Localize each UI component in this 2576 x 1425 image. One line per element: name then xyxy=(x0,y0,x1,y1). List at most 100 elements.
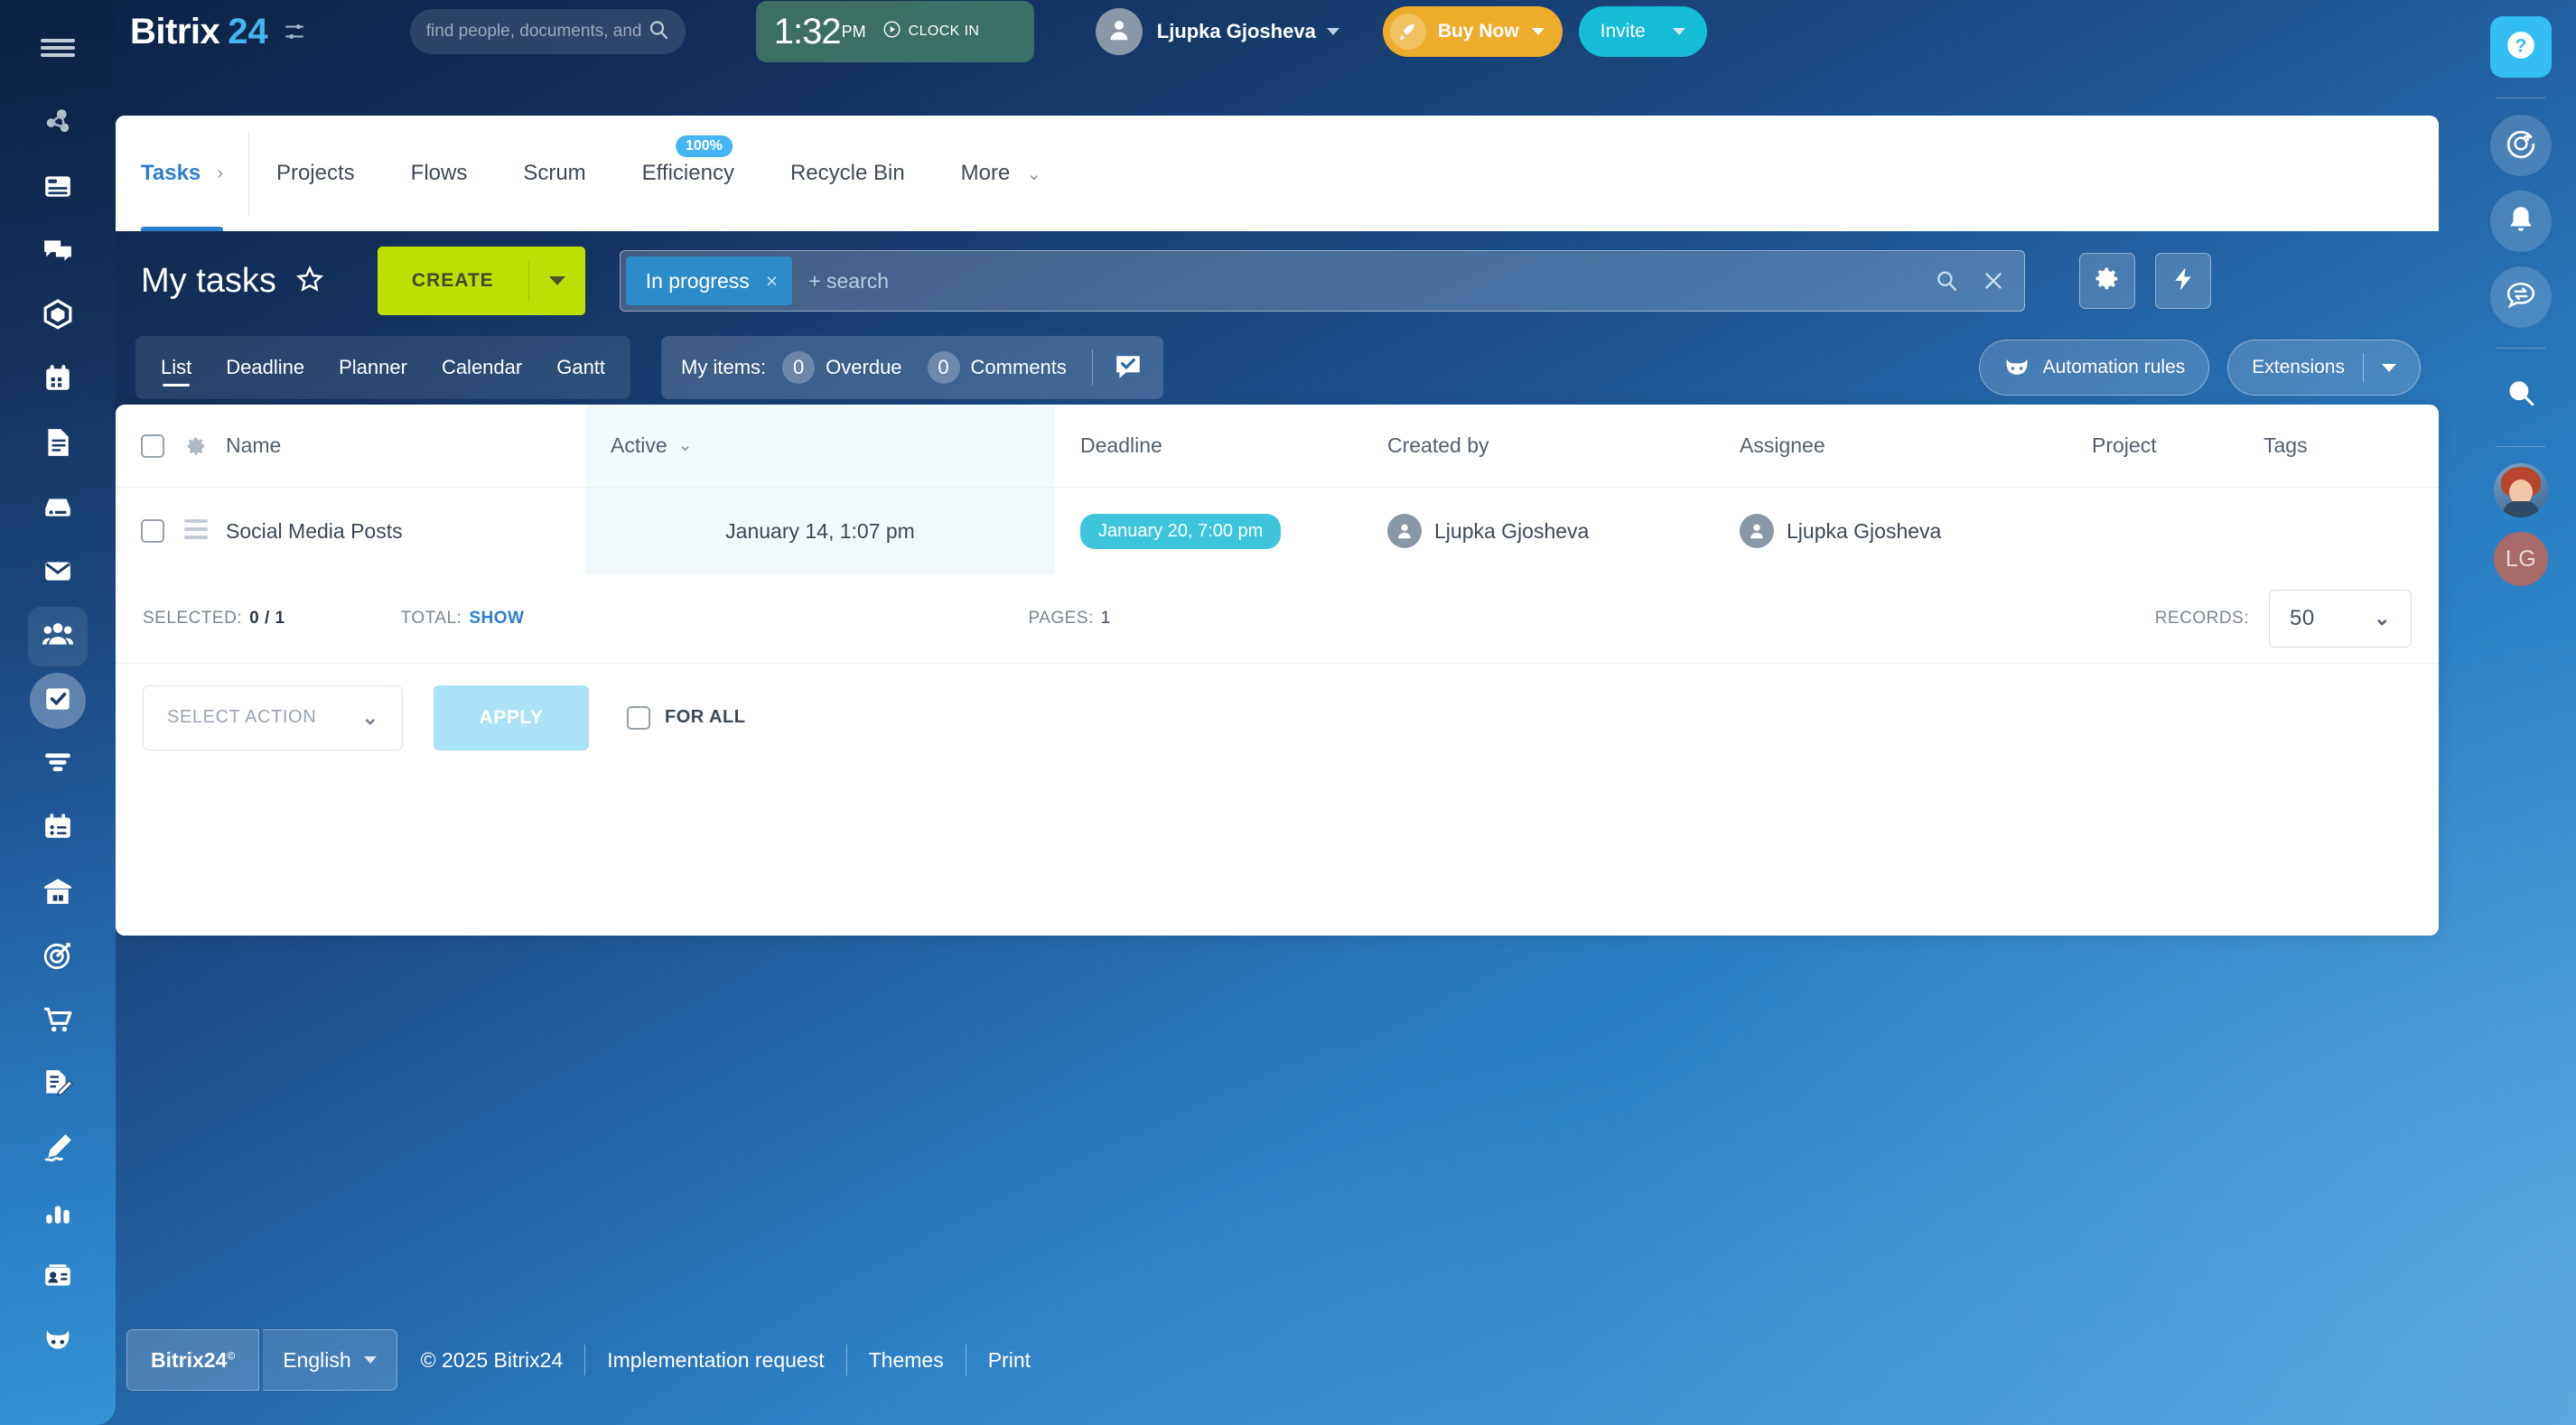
chevron-down-icon[interactable] xyxy=(1531,28,1545,35)
bar-chart-icon xyxy=(42,1197,73,1232)
automation-rules-button[interactable]: Automation rules xyxy=(1978,340,2210,396)
language-selector[interactable]: English xyxy=(263,1329,397,1391)
for-all-checkbox[interactable] xyxy=(627,705,650,730)
clock-in-widget[interactable]: 1:32PM CLOCK IN xyxy=(755,1,1034,62)
task-name[interactable]: Social Media Posts xyxy=(226,519,403,544)
table-row[interactable]: Social Media Posts January 14, 1:07 pm J… xyxy=(116,488,2439,574)
assignee-name[interactable]: Ljupka Gjosheva xyxy=(1787,519,1941,544)
footer-link-implementation-request[interactable]: Implementation request xyxy=(607,1348,824,1373)
overdue-filter[interactable]: 0 Overdue xyxy=(782,351,902,384)
quick-actions-button[interactable] xyxy=(2154,253,2211,309)
tab-more[interactable]: More ⌄ xyxy=(961,116,1041,231)
table-header-tags[interactable]: Tags xyxy=(2238,405,2437,487)
menu-toggle-button[interactable] xyxy=(0,16,116,79)
create-button[interactable]: CREATE xyxy=(377,247,585,315)
tab-scrum[interactable]: Scrum xyxy=(523,116,585,231)
user-menu[interactable]: Ljupka Gjosheva xyxy=(1095,8,1339,55)
table-header-created-by[interactable]: Created by xyxy=(1362,405,1714,487)
footer-link-themes[interactable]: Themes xyxy=(869,1348,944,1373)
view-tab-planner[interactable]: Planner xyxy=(339,336,407,399)
invite-button[interactable]: Invite xyxy=(1578,6,1707,57)
chevron-down-icon[interactable] xyxy=(1672,28,1685,35)
total-show-link[interactable]: SHOW xyxy=(469,609,524,629)
tab-tasks[interactable]: Tasks › xyxy=(141,116,223,231)
for-all-checkbox-group[interactable]: FOR ALL xyxy=(627,705,745,730)
table-header-label[interactable]: Name xyxy=(226,433,281,458)
sidebar-item-inventory[interactable] xyxy=(28,863,88,923)
sidebar-item-crm[interactable] xyxy=(28,735,88,795)
sidebar-item-marketing[interactable] xyxy=(28,927,88,987)
buy-now-button[interactable]: Buy Now xyxy=(1382,6,1563,57)
sidebar-item-feed[interactable] xyxy=(28,94,88,154)
view-tab-list[interactable]: List xyxy=(161,336,191,399)
create-dropdown-toggle[interactable] xyxy=(529,276,585,285)
tab-projects[interactable]: Projects xyxy=(276,116,355,231)
favorite-star-icon[interactable] xyxy=(295,265,324,297)
sidebar-item-drive[interactable] xyxy=(28,479,88,538)
filter-chip-in-progress[interactable]: In progress × xyxy=(625,256,793,305)
footer-logo-button[interactable]: Bitrix24© xyxy=(126,1329,260,1391)
sidebar-item-docs[interactable] xyxy=(28,414,88,474)
filter-clear-icon[interactable] xyxy=(1970,269,2017,293)
created-by-name[interactable]: Ljupka Gjosheva xyxy=(1434,519,1589,544)
select-action-dropdown[interactable]: SELECT ACTION ⌄ xyxy=(143,685,403,750)
sidebar-item-automation[interactable] xyxy=(28,1312,88,1372)
notifications-button[interactable] xyxy=(2490,191,2552,252)
view-tab-deadline[interactable]: Deadline xyxy=(226,336,304,399)
tab-label: Efficiency xyxy=(641,161,734,185)
sidebar-item-tasks[interactable] xyxy=(28,671,88,731)
sliders-icon[interactable] xyxy=(283,20,306,43)
footer-link-print[interactable]: Print xyxy=(988,1348,1031,1373)
extensions-button[interactable]: Extensions xyxy=(2227,340,2421,396)
sidebar-item-calendar[interactable] xyxy=(28,350,88,410)
sidebar-item-booking[interactable] xyxy=(28,799,88,859)
sidebar-item-sites[interactable] xyxy=(28,158,88,218)
burger-line xyxy=(41,39,75,42)
chevron-down-icon[interactable] xyxy=(2382,363,2396,372)
sidebar-item-copilot[interactable] xyxy=(28,286,88,346)
drag-handle-icon[interactable] xyxy=(184,518,208,544)
tab-recycle-bin[interactable]: Recycle Bin xyxy=(790,116,905,231)
tab-efficiency[interactable]: Efficiency 100% xyxy=(642,116,734,231)
app-logo[interactable]: Bitrix 24 xyxy=(130,12,306,52)
warehouse-icon xyxy=(42,876,73,911)
table-header-project[interactable]: Project xyxy=(2067,405,2238,487)
sidebar-item-online-store[interactable] xyxy=(28,992,88,1051)
user-initials-avatar[interactable]: LG xyxy=(2494,532,2548,586)
clock-in-button[interactable]: CLOCK IN xyxy=(882,20,980,43)
filter-search-bar[interactable]: In progress × + search xyxy=(619,250,2025,312)
column-settings-gear-icon[interactable] xyxy=(184,434,208,458)
sidebar-item-messenger[interactable] xyxy=(28,222,88,282)
row-checkbox[interactable] xyxy=(141,519,164,543)
sidebar-item-sign[interactable] xyxy=(28,1056,88,1115)
table-header-deadline[interactable]: Deadline xyxy=(1055,405,1362,487)
tab-flows[interactable]: Flows xyxy=(411,116,468,231)
sidebar-item-contact-center[interactable] xyxy=(28,1248,88,1308)
help-button[interactable]: ? xyxy=(2490,16,2552,78)
view-tab-gantt[interactable]: Gantt xyxy=(556,336,605,399)
copilot-button[interactable] xyxy=(2490,115,2552,176)
close-icon[interactable]: × xyxy=(766,269,778,293)
chat-check-icon[interactable] xyxy=(1113,354,1143,381)
top-header: Bitrix 24 find people, documents, and ..… xyxy=(116,0,2466,63)
sidebar-item-analytics[interactable] xyxy=(28,1184,88,1243)
filter-search-placeholder[interactable]: + search xyxy=(808,269,889,293)
records-per-page-select[interactable]: 50 ⌄ xyxy=(2269,590,2412,647)
sidebar-item-esignature[interactable] xyxy=(28,1120,88,1179)
global-search-input[interactable]: find people, documents, and ... xyxy=(409,9,686,54)
table-header-assignee[interactable]: Assignee xyxy=(1714,405,2067,487)
settings-button[interactable] xyxy=(2078,253,2135,309)
search-button[interactable] xyxy=(2490,365,2552,426)
assistant-avatar[interactable] xyxy=(2494,463,2548,517)
apply-button[interactable]: APPLY xyxy=(434,685,589,750)
filter-search-icon[interactable] xyxy=(1923,269,1970,293)
sidebar-item-company[interactable] xyxy=(28,607,88,666)
sidebar-item-mail[interactable] xyxy=(28,543,88,602)
messages-button[interactable] xyxy=(2490,266,2552,328)
view-tab-calendar[interactable]: Calendar xyxy=(442,336,522,399)
comments-filter[interactable]: 0 Comments xyxy=(927,351,1067,384)
table-header-active[interactable]: Active ⌄ xyxy=(585,405,1055,487)
burger-line xyxy=(41,53,75,57)
deadline-badge[interactable]: January 20, 7:00 pm xyxy=(1080,513,1282,549)
select-all-checkbox[interactable] xyxy=(141,433,164,458)
